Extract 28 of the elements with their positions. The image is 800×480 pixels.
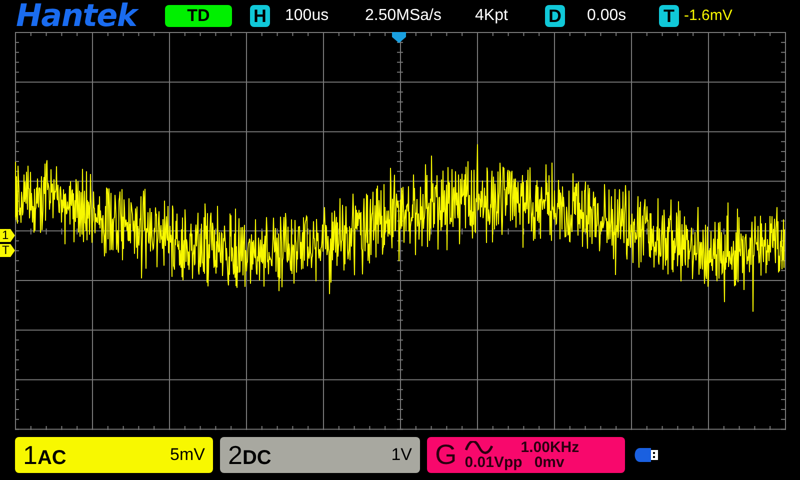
trigger-status-badge: TD [165,5,232,27]
memory-depth: 4Kpt [475,6,509,26]
delay-value: 0.00s [587,6,628,26]
generator-offset: 0mv [534,455,564,470]
brand-logo: Hantek [16,0,140,32]
channel-level-marker[interactable]: 1 [0,229,15,242]
channel-coupling: DC [242,448,272,468]
setting-badge: H [250,5,270,27]
sample-rate: 2.50MSa/s [365,6,442,26]
generator-label: G [435,441,457,469]
trigger-position-marker[interactable] [392,32,406,43]
channel-number: 1 [23,442,38,468]
channel-number: 2 [228,442,242,468]
setting-badge: T [659,5,679,27]
generator-amplitude: 0.01Vpp [464,455,522,470]
channel-scale: 1V [391,444,412,466]
generator-panel[interactable]: G 1.00KHz 0.01Vpp 0mv [427,437,625,473]
channel-settings-panel[interactable]: 2DC 1V [220,437,420,473]
channel-level-marker[interactable]: T [0,244,15,257]
sine-wave-icon [464,440,493,454]
channel-settings-panel[interactable]: 1AC 5mV [15,437,213,473]
setting-badge: D [545,5,565,27]
timebase-value: 100us [285,6,330,26]
usb-drive-icon [632,447,659,463]
channel-scale: 5mV [170,444,205,466]
generator-frequency: 1.00KHz [520,440,580,455]
trigger-level-value: -1.6mV [684,6,732,26]
channel-coupling: AC [37,448,66,468]
